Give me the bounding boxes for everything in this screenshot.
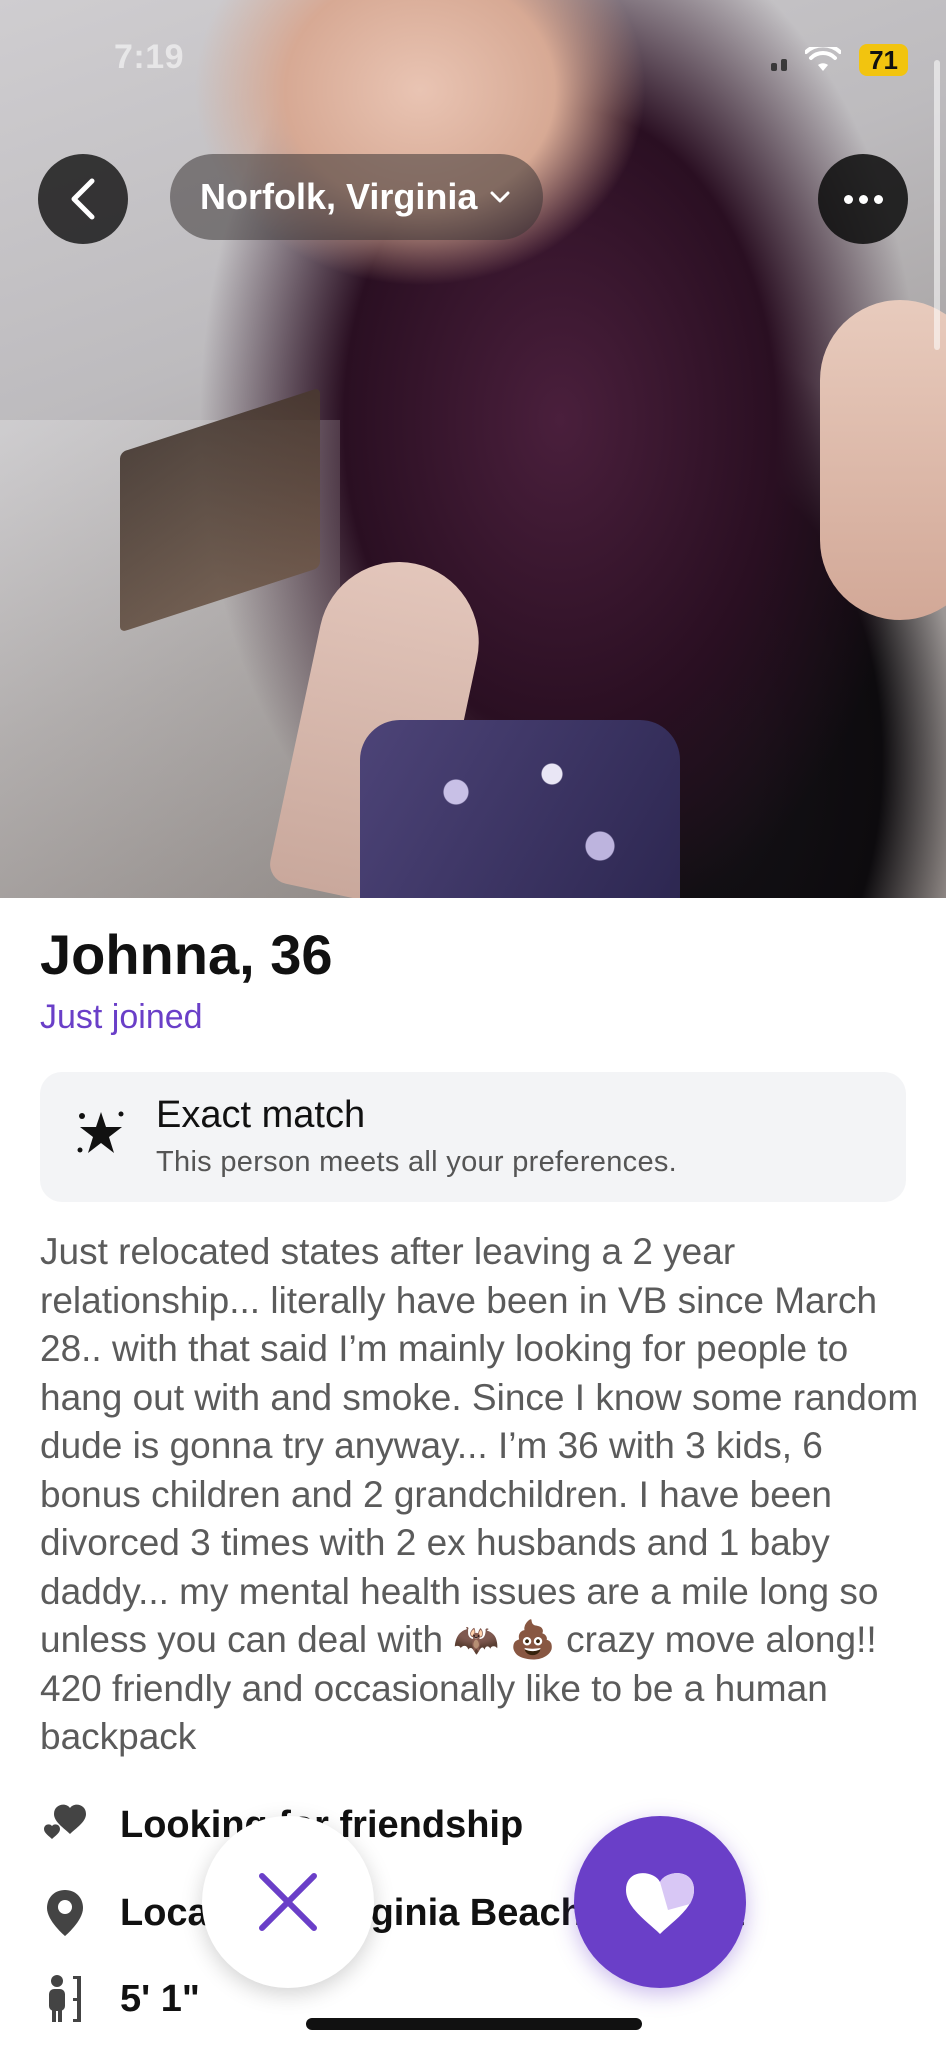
heart-icon	[626, 1873, 694, 1934]
close-icon	[259, 1873, 317, 1931]
photo-shoulder	[820, 300, 946, 620]
chevron-left-icon	[71, 178, 95, 220]
wifi-icon	[805, 47, 842, 71]
scroll-indicator	[934, 60, 940, 350]
height-row: 5' 1"	[40, 1974, 200, 2024]
map-pin-icon	[40, 1888, 90, 1938]
ellipsis-icon	[843, 194, 853, 204]
chevron-down-icon	[490, 191, 510, 203]
location-selector[interactable]: Norfolk, Virginia	[170, 154, 544, 240]
hearts-icon	[40, 1800, 90, 1850]
home-indicator[interactable]	[306, 2018, 642, 2030]
height-icon	[40, 1974, 90, 2024]
cellular-signal-icon	[771, 49, 788, 71]
ellipsis-dot	[858, 194, 868, 204]
exact-match-card: Exact match This person meets all your p…	[40, 1072, 906, 1202]
location-label: Norfolk, Virginia	[200, 176, 478, 217]
profile-status: Just joined	[40, 998, 203, 1036]
like-button[interactable]	[574, 1816, 746, 1988]
match-subtitle: This person meets all your preferences.	[156, 1146, 678, 1178]
height-text: 5' 1"	[120, 1977, 200, 2020]
match-title: Exact match	[156, 1094, 366, 1136]
profile-photo[interactable]	[0, 0, 946, 898]
photo-fabric	[360, 720, 680, 898]
status-time: 7:19	[114, 38, 185, 76]
profile-name-age: Johnna, 36	[40, 923, 333, 986]
profile-bio: Just relocated states after leaving a 2 …	[40, 1231, 919, 1757]
star-sparkle-icon	[77, 1111, 124, 1153]
battery-indicator: 71	[859, 44, 908, 76]
pass-button[interactable]	[202, 1816, 374, 1988]
more-options-button[interactable]	[818, 154, 908, 244]
back-button[interactable]	[38, 154, 128, 244]
status-indicators: 71	[771, 44, 908, 76]
ellipsis-dot	[873, 194, 883, 204]
